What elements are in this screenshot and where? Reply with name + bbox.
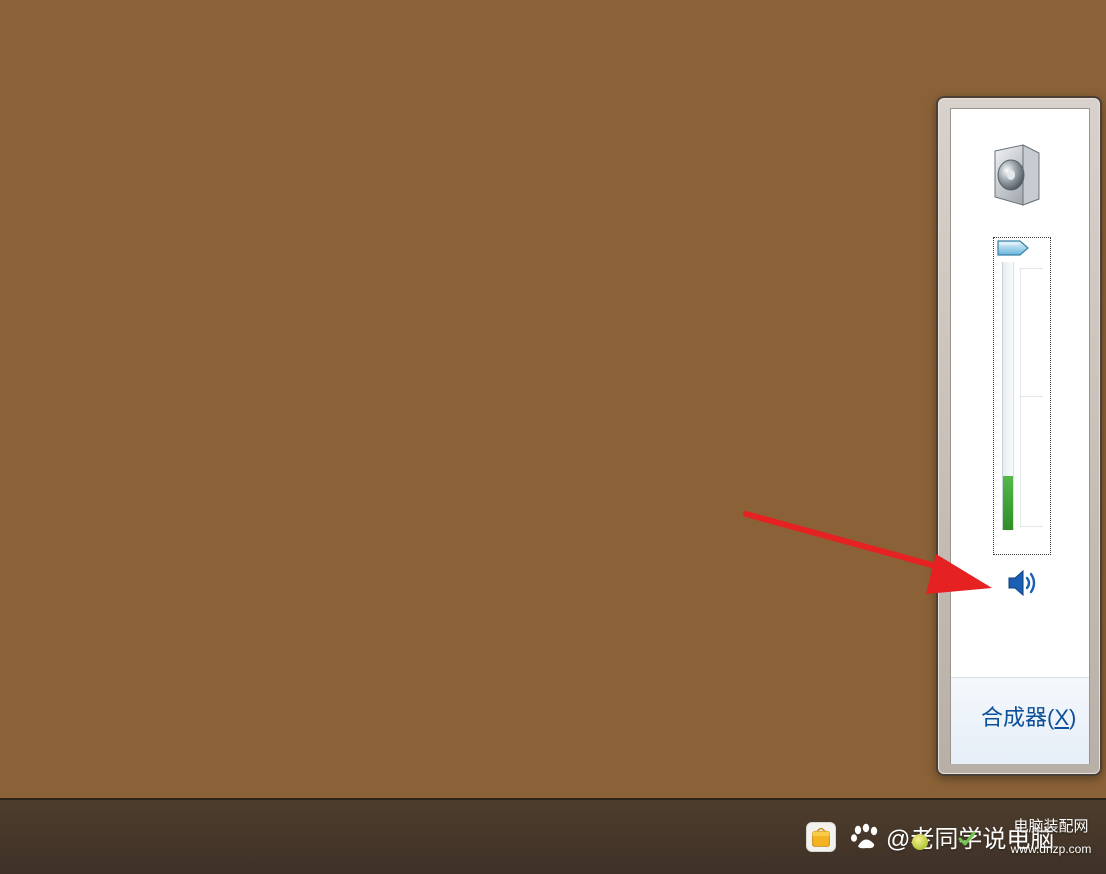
volume-flyout-body <box>951 109 1089 677</box>
paw-icon <box>851 823 878 849</box>
volume-slider-tick <box>1019 396 1043 397</box>
volume-slider-track[interactable] <box>1002 262 1014 530</box>
tray-app-icon[interactable] <box>806 822 836 852</box>
volume-slider-tick <box>1019 526 1043 527</box>
tray-status-icon[interactable] <box>912 834 928 850</box>
tray-check-icon[interactable] <box>958 830 976 848</box>
mixer-link-label-end: ) <box>1069 705 1077 730</box>
volume-slider-scale <box>1020 268 1021 526</box>
site-watermark: 电脑装配网 www.dnzp.com <box>1000 806 1102 870</box>
volume-slider[interactable] <box>993 237 1051 555</box>
volume-slider-thumb[interactable] <box>996 238 1030 258</box>
mixer-link-label: 合成器( <box>981 705 1055 730</box>
speaker-volume-icon[interactable] <box>1005 567 1041 599</box>
mixer-link[interactable]: 合成器(X) <box>981 700 1076 732</box>
volume-slider-tick <box>1019 268 1043 269</box>
volume-meter-level <box>1003 476 1013 530</box>
volume-flyout: 合成器(X) <box>936 96 1102 776</box>
site-watermark-name: 电脑装配网 <box>1013 818 1089 835</box>
mixer-link-hotkey: X <box>1054 705 1070 730</box>
site-watermark-url: www.dnzp.com <box>1010 842 1092 856</box>
volume-flyout-footer: 合成器(X) <box>951 677 1089 764</box>
taskbar: @老同学说电脑 电脑装配网 www.dnzp.com <box>0 798 1106 874</box>
speaker-device-icon[interactable] <box>989 141 1043 207</box>
volume-flyout-panel: 合成器(X) <box>950 108 1090 764</box>
